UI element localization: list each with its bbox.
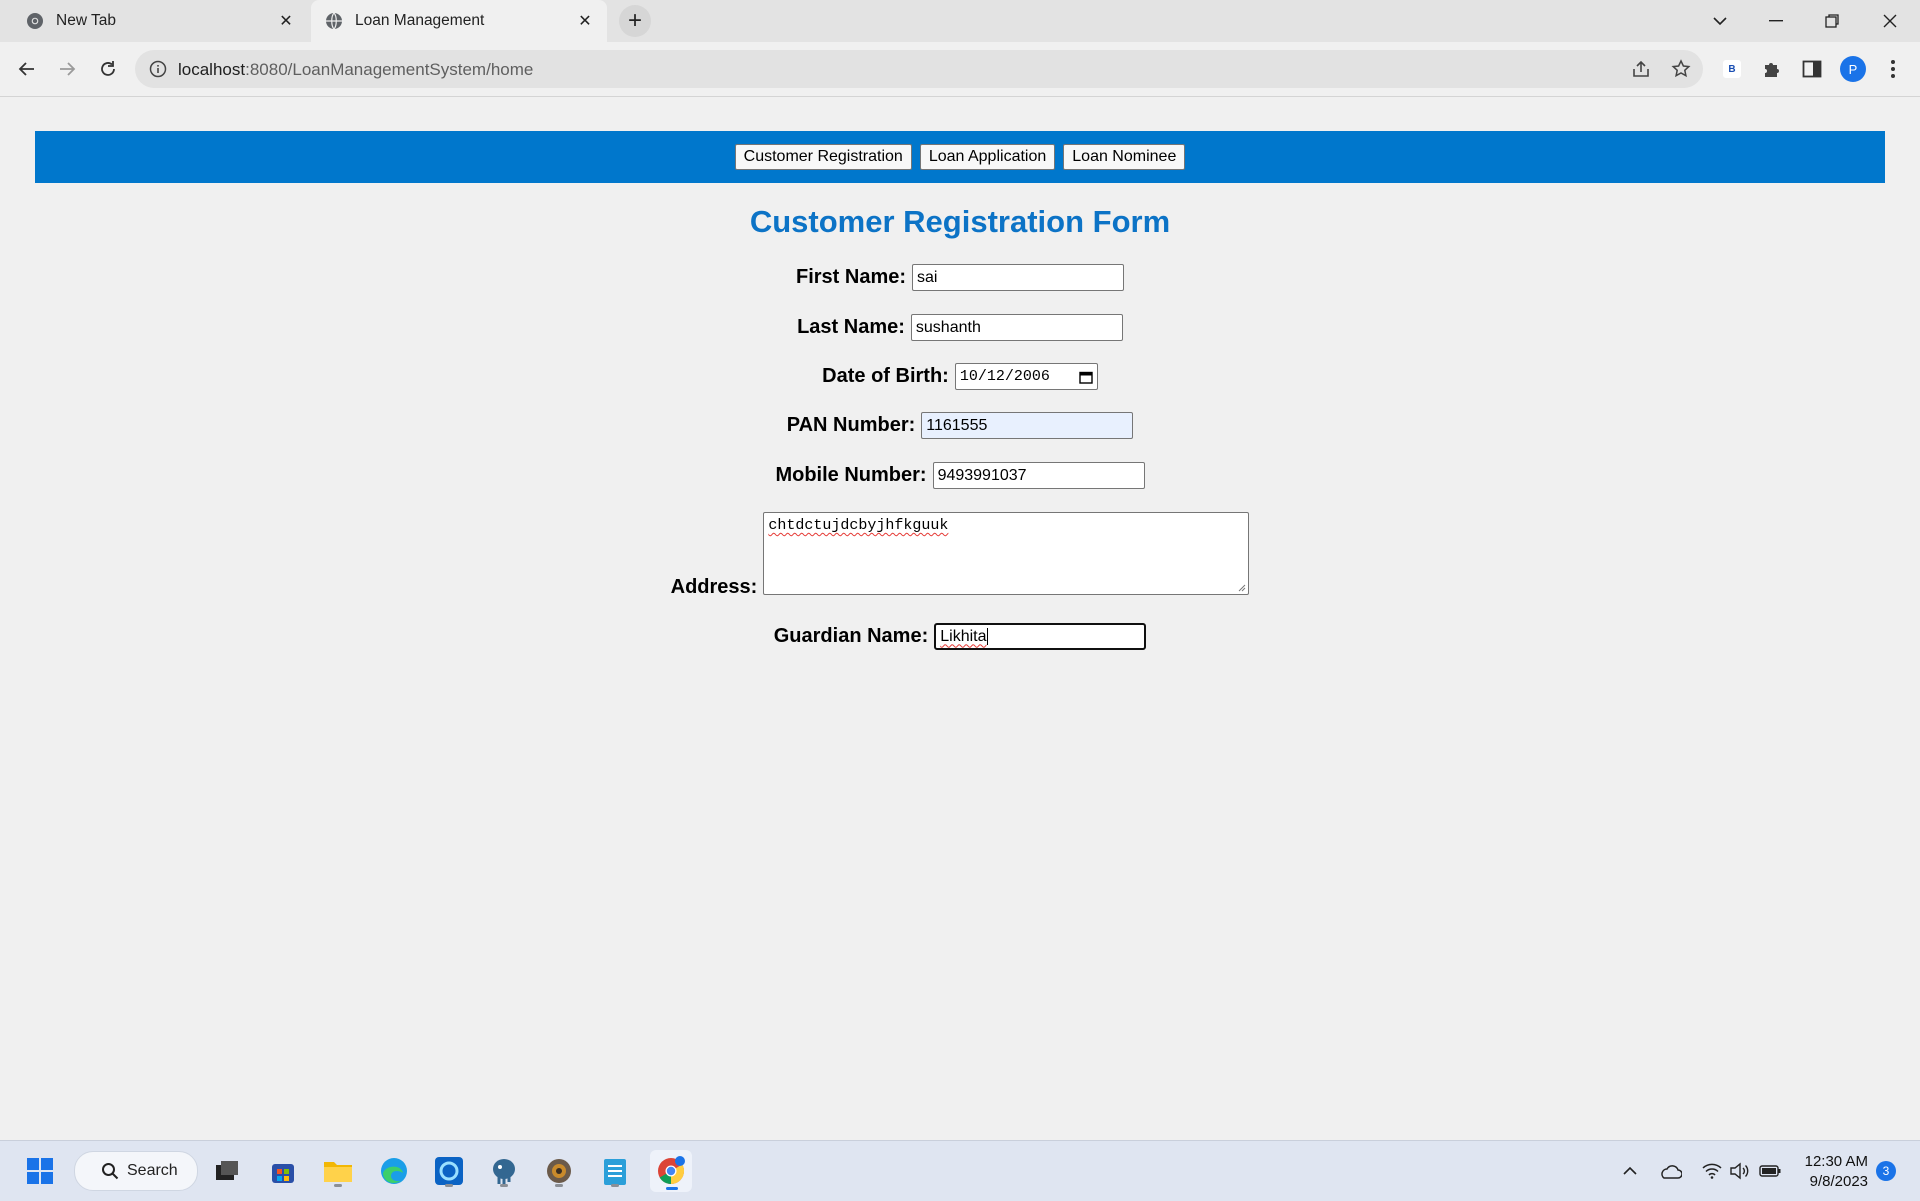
tab-new-tab[interactable]: New Tab ✕ — [12, 0, 308, 42]
dob-label: Date of Birth: — [822, 365, 949, 387]
browser-tab-strip: New Tab ✕ Loan Management ✕ + — [0, 0, 1920, 42]
pan-input[interactable]: 1161555 — [921, 412, 1134, 439]
search-icon — [102, 1163, 119, 1180]
guardian-row: Guardian Name: Likhita — [0, 623, 1920, 650]
calendar-icon[interactable] — [1079, 370, 1093, 384]
windows-taskbar: Search 12:30 AM 9/8/2023 3 — [0, 1140, 1920, 1201]
last-name-row: Last Name: sushanth — [0, 314, 1920, 341]
onedrive-cloud-icon[interactable] — [1652, 1153, 1688, 1189]
mobile-row: Mobile Number: 9493991037 — [0, 462, 1920, 489]
address-label: Address: — [670, 576, 758, 598]
close-icon[interactable]: ✕ — [575, 11, 595, 31]
top-nav-bar: Customer Registration Loan Application L… — [35, 131, 1885, 183]
address-textarea[interactable]: chtdctujdcbyjhfkguuk — [763, 512, 1250, 595]
share-icon[interactable] — [1631, 59, 1651, 79]
nav-loan-application-button[interactable]: Loan Application — [919, 144, 1056, 170]
tab-label: New Tab — [56, 12, 117, 29]
side-panel-icon[interactable] — [1799, 56, 1825, 82]
store-icon[interactable] — [265, 1153, 301, 1189]
address-bar[interactable]: localhost:8080/LoanManagementSystem/home — [135, 50, 1703, 88]
taskbar-search-box[interactable]: Search — [74, 1151, 198, 1191]
close-window-button[interactable] — [1862, 0, 1918, 42]
address-row: Address: chtdctujdcbyjhfkguuk — [0, 512, 1920, 598]
back-arrow-icon[interactable] — [12, 54, 42, 84]
first-name-input[interactable]: sai — [912, 264, 1125, 291]
puzzle-extensions-icon[interactable] — [1759, 56, 1785, 82]
text-cursor — [987, 628, 989, 645]
nav-customer-registration-button[interactable]: Customer Registration — [734, 144, 912, 170]
notepad-icon[interactable] — [597, 1153, 633, 1189]
url-path: :8080/LoanManagementSystem/home — [245, 60, 534, 79]
bookmark-star-icon[interactable] — [1671, 59, 1691, 79]
battery-icon[interactable] — [1752, 1153, 1788, 1189]
restore-button[interactable] — [1804, 0, 1860, 42]
task-view-icon[interactable] — [209, 1153, 245, 1189]
reload-icon[interactable] — [93, 54, 123, 84]
info-icon[interactable] — [149, 60, 167, 78]
chevron-up-icon[interactable] — [1612, 1153, 1648, 1189]
clock-date: 9/8/2023 — [1809, 1173, 1868, 1190]
tomcat-gear-icon[interactable] — [541, 1153, 577, 1189]
browser-toolbar: localhost:8080/LoanManagementSystem/home… — [0, 42, 1920, 97]
guardian-text: Likhita — [940, 627, 987, 645]
pan-label: PAN Number: — [786, 414, 916, 436]
notification-badge[interactable]: 3 — [1876, 1161, 1896, 1181]
dob-value: 10/12/2006 — [959, 368, 1050, 385]
search-label: Search — [127, 1162, 178, 1179]
last-name-input[interactable]: sushanth — [910, 314, 1123, 341]
tab-label: Loan Management — [355, 12, 485, 29]
pan-row: PAN Number: 1161555 — [0, 412, 1920, 439]
cortana-app-icon[interactable] — [431, 1153, 467, 1189]
mobile-input[interactable]: 9493991037 — [932, 462, 1145, 489]
globe-icon — [326, 12, 342, 30]
close-icon[interactable]: ✕ — [276, 11, 296, 31]
dob-date-input[interactable]: 10/12/2006 — [954, 363, 1098, 390]
edge-icon[interactable] — [376, 1153, 412, 1189]
last-name-label: Last Name: — [797, 316, 905, 338]
postgres-elephant-icon[interactable] — [486, 1153, 522, 1189]
mobile-label: Mobile Number: — [775, 464, 927, 486]
guardian-input[interactable]: Likhita — [934, 623, 1147, 650]
tab-loan-management[interactable]: Loan Management ✕ — [311, 0, 607, 42]
file-explorer-icon[interactable] — [320, 1153, 356, 1189]
system-clock[interactable]: 12:30 AM 9/8/2023 — [1792, 1152, 1868, 1192]
extension-b-icon[interactable]: B — [1719, 56, 1745, 82]
profile-avatar[interactable]: P — [1840, 56, 1866, 82]
guardian-label: Guardian Name: — [773, 625, 929, 647]
first-name-row: First Name: sai — [0, 264, 1920, 291]
minimize-button[interactable] — [1748, 0, 1804, 42]
more-menu-icon[interactable] — [1880, 56, 1906, 82]
form-title: Customer Registration Form — [749, 204, 1171, 239]
resize-grip-icon[interactable] — [1236, 582, 1246, 592]
forward-arrow-icon[interactable] — [52, 54, 82, 84]
address-text: chtdctujdcbyjhfkguuk — [768, 517, 949, 534]
nav-loan-nominee-button[interactable]: Loan Nominee — [1063, 144, 1186, 170]
extension-badge: B — [1723, 60, 1741, 78]
url-text: localhost:8080/LoanManagementSystem/home — [178, 60, 533, 80]
url-host: localhost — [178, 60, 246, 79]
chrome-taskbar-icon[interactable] — [650, 1150, 692, 1192]
windows-start-icon[interactable] — [22, 1153, 58, 1189]
new-tab-button[interactable]: + — [619, 5, 651, 37]
clock-time: 12:30 AM — [1804, 1153, 1868, 1170]
tab-search-chevron-icon[interactable] — [1692, 0, 1748, 42]
dob-row: Date of Birth: 10/12/2006 — [0, 363, 1920, 390]
first-name-label: First Name: — [795, 266, 907, 288]
chrome-icon — [27, 13, 43, 29]
